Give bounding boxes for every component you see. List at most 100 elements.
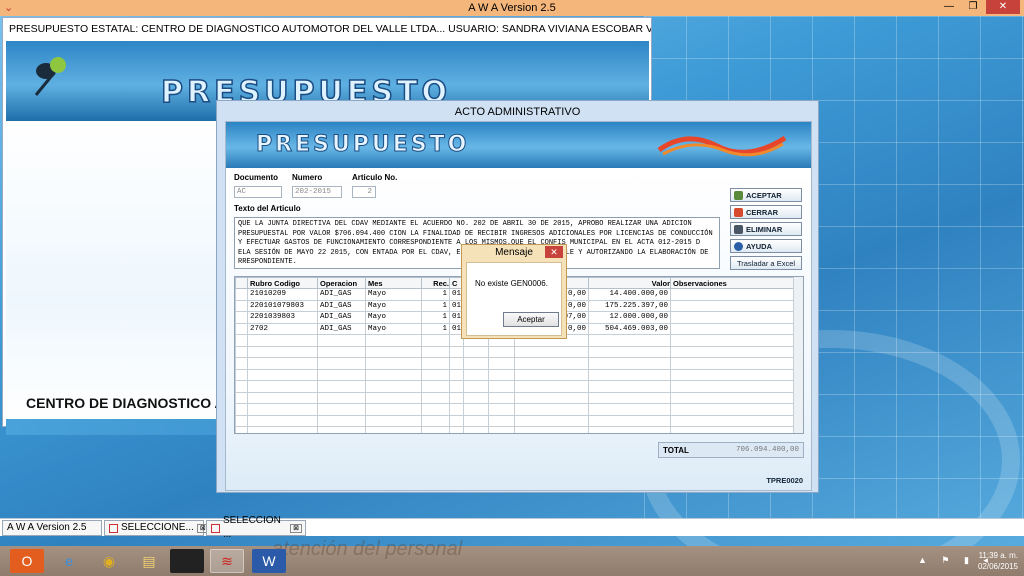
table-cell[interactable] <box>463 357 490 370</box>
word-icon[interactable]: W <box>252 549 286 573</box>
table-cell[interactable] <box>317 414 366 427</box>
trasladar-excel-button[interactable]: Trasladar a Excel <box>730 256 802 270</box>
internet-explorer-icon[interactable]: e <box>52 549 86 573</box>
table-cell[interactable] <box>514 368 590 381</box>
table-cell[interactable]: 14.400.000,00 <box>588 288 672 301</box>
table-cell[interactable] <box>365 368 422 381</box>
terminal-icon[interactable] <box>170 549 204 573</box>
table-cell[interactable] <box>514 345 590 358</box>
table-cell[interactable] <box>247 380 318 393</box>
mdi-tab-seleccion[interactable]: SELECCION ... ⊠ <box>206 515 306 540</box>
table-cell[interactable] <box>448 380 465 393</box>
restore-icon[interactable]: ❐ <box>962 0 984 14</box>
col-mes[interactable]: Mes <box>365 277 422 289</box>
table-cell[interactable] <box>421 345 450 358</box>
table-cell[interactable] <box>670 391 800 404</box>
message-close-icon[interactable]: ✕ <box>545 246 563 258</box>
table-cell[interactable] <box>670 414 800 427</box>
table-cell[interactable]: Mayo <box>365 322 422 335</box>
table-cell[interactable] <box>235 403 248 416</box>
table-cell[interactable]: ADI_GAS <box>317 311 366 324</box>
table-cell[interactable]: 2702 <box>247 322 318 335</box>
table-cell[interactable]: 1 <box>421 322 450 335</box>
table-cell[interactable]: 1 <box>421 311 450 324</box>
table-cell[interactable]: 1 <box>421 288 450 301</box>
table-cell[interactable] <box>317 334 366 347</box>
table-cell[interactable]: 2201039803 <box>247 311 318 324</box>
table-cell[interactable] <box>670 334 800 347</box>
mdi-tab-seleccione[interactable]: SELECCIONE... ⊠ <box>104 520 209 536</box>
table-cell[interactable] <box>463 391 490 404</box>
empty-table-row[interactable] <box>235 414 800 427</box>
table-cell[interactable] <box>588 380 672 393</box>
table-cell[interactable] <box>235 414 248 427</box>
table-cell[interactable] <box>488 357 516 370</box>
table-cell[interactable] <box>448 426 465 433</box>
table-cell[interactable] <box>247 357 318 370</box>
table-cell[interactable] <box>588 426 672 433</box>
table-cell[interactable] <box>463 345 490 358</box>
table-cell[interactable] <box>247 426 318 433</box>
row-selector[interactable] <box>235 288 248 301</box>
table-cell[interactable] <box>247 345 318 358</box>
clock[interactable]: 11:39 a. m. 02/06/2015 <box>978 550 1018 572</box>
table-cell[interactable] <box>365 357 422 370</box>
table-cell[interactable]: 12.000.000,00 <box>588 311 672 324</box>
table-cell[interactable] <box>247 334 318 347</box>
table-cell[interactable] <box>421 403 450 416</box>
table-cell[interactable] <box>317 345 366 358</box>
table-cell[interactable]: Mayo <box>365 311 422 324</box>
table-cell[interactable] <box>448 368 465 381</box>
aceptar-button[interactable]: ACEPTAR <box>730 188 802 202</box>
table-cell[interactable] <box>421 334 450 347</box>
empty-table-row[interactable] <box>235 403 800 416</box>
table-cell[interactable] <box>317 380 366 393</box>
table-cell[interactable] <box>317 368 366 381</box>
table-cell[interactable] <box>421 426 450 433</box>
table-cell[interactable] <box>514 357 590 370</box>
table-cell[interactable] <box>463 403 490 416</box>
mdi-tab-awa[interactable]: A W A Version 2.5 <box>2 520 102 536</box>
table-cell[interactable] <box>421 380 450 393</box>
table-cell[interactable] <box>588 345 672 358</box>
table-cell[interactable] <box>235 334 248 347</box>
table-cell[interactable] <box>670 426 800 433</box>
table-cell[interactable]: Mayo <box>365 288 422 301</box>
table-cell[interactable] <box>670 299 800 312</box>
table-cell[interactable] <box>235 345 248 358</box>
row-selector[interactable] <box>235 311 248 324</box>
table-cell[interactable] <box>463 380 490 393</box>
close-icon[interactable]: ✕ <box>986 0 1020 14</box>
table-cell[interactable] <box>488 414 516 427</box>
table-cell[interactable] <box>670 380 800 393</box>
table-cell[interactable] <box>365 391 422 404</box>
table-cell[interactable] <box>421 391 450 404</box>
table-cell[interactable] <box>588 414 672 427</box>
col-valor[interactable]: Valor <box>588 277 672 289</box>
file-explorer-icon[interactable]: ▤ <box>132 549 166 573</box>
table-cell[interactable] <box>365 426 422 433</box>
table-cell[interactable] <box>670 403 800 416</box>
table-cell[interactable] <box>670 288 800 301</box>
table-cell[interactable] <box>247 368 318 381</box>
col-rec[interactable]: Rec. <box>421 277 450 289</box>
table-cell[interactable] <box>588 403 672 416</box>
table-cell[interactable]: ADI_GAS <box>317 288 366 301</box>
table-cell[interactable] <box>365 380 422 393</box>
table-cell[interactable] <box>488 368 516 381</box>
mdi-tab-close-icon[interactable]: ⊠ <box>290 523 302 533</box>
table-cell[interactable] <box>317 426 366 433</box>
table-cell[interactable] <box>514 426 590 433</box>
empty-table-row[interactable] <box>235 380 800 393</box>
ayuda-button[interactable]: AYUDA <box>730 239 802 253</box>
numero-field[interactable]: 202-2015 <box>292 186 342 198</box>
table-cell[interactable]: 220101079803 <box>247 299 318 312</box>
table-cell[interactable] <box>670 311 800 324</box>
table-cell[interactable] <box>247 391 318 404</box>
table-cell[interactable] <box>448 357 465 370</box>
table-cell[interactable] <box>670 357 800 370</box>
table-cell[interactable]: ADI_GAS <box>317 299 366 312</box>
table-cell[interactable] <box>514 380 590 393</box>
table-cell[interactable] <box>235 380 248 393</box>
table-cell[interactable] <box>514 403 590 416</box>
